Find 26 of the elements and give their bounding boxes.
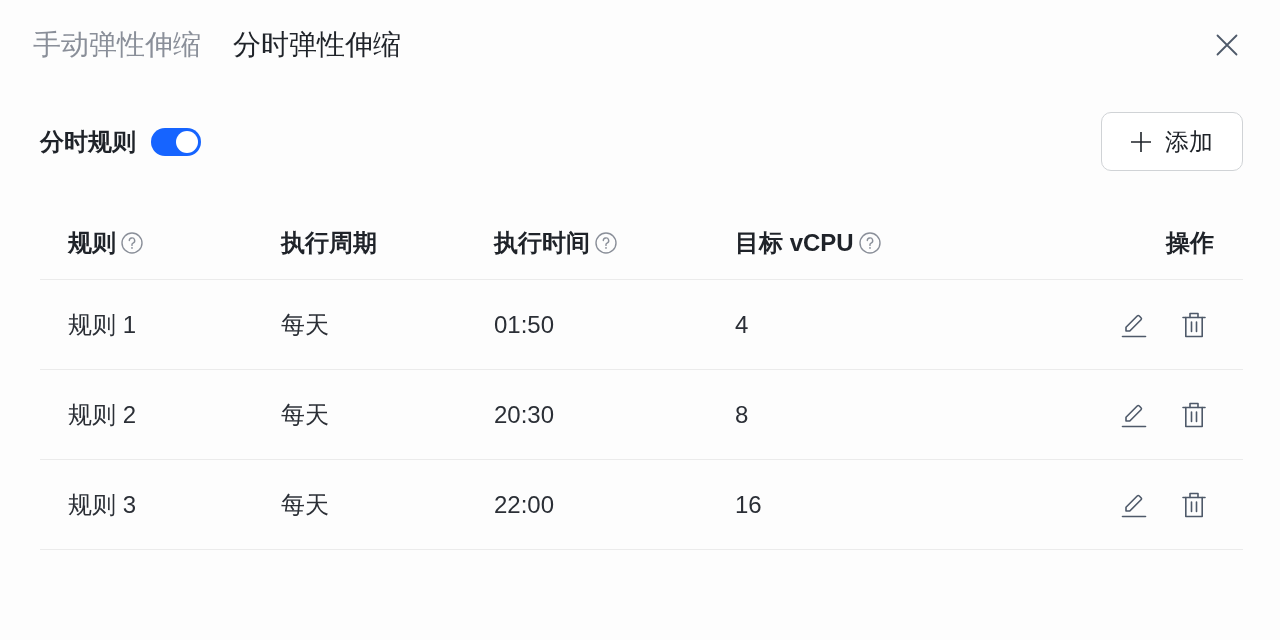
toggle-label: 分时规则: [40, 126, 136, 157]
column-header: 目标 vCPU: [735, 227, 854, 258]
trash-icon[interactable]: [1182, 311, 1206, 338]
table-cell: 每天: [281, 400, 329, 428]
table-cell: 每天: [281, 310, 329, 338]
column-header: 操作: [1166, 227, 1214, 258]
table-cell: 8: [735, 400, 749, 428]
column-header: 执行时间: [494, 227, 590, 258]
table-cell: 01:50: [494, 310, 555, 338]
table-cell: 22:00: [494, 490, 555, 518]
tab[interactable]: 分时弹性伸缩: [233, 26, 401, 64]
close-icon[interactable]: [1216, 34, 1238, 56]
add-button[interactable]: 添加: [1101, 112, 1243, 171]
table-cell: 规则 1: [68, 310, 136, 338]
column-header: 执行周期: [281, 227, 377, 258]
trash-icon[interactable]: [1182, 401, 1206, 428]
table-cell: 20:30: [494, 400, 555, 428]
table-cell: 每天: [281, 490, 329, 518]
plus-icon: [1131, 131, 1151, 152]
table-cell: 16: [735, 490, 762, 518]
table-cell: 规则 3: [68, 490, 136, 518]
toggle-switch[interactable]: [151, 127, 201, 156]
column-header: 规则: [68, 227, 116, 258]
table-cell: 规则 2: [68, 400, 136, 428]
table-cell: 4: [735, 310, 749, 338]
trash-icon[interactable]: [1182, 491, 1206, 518]
